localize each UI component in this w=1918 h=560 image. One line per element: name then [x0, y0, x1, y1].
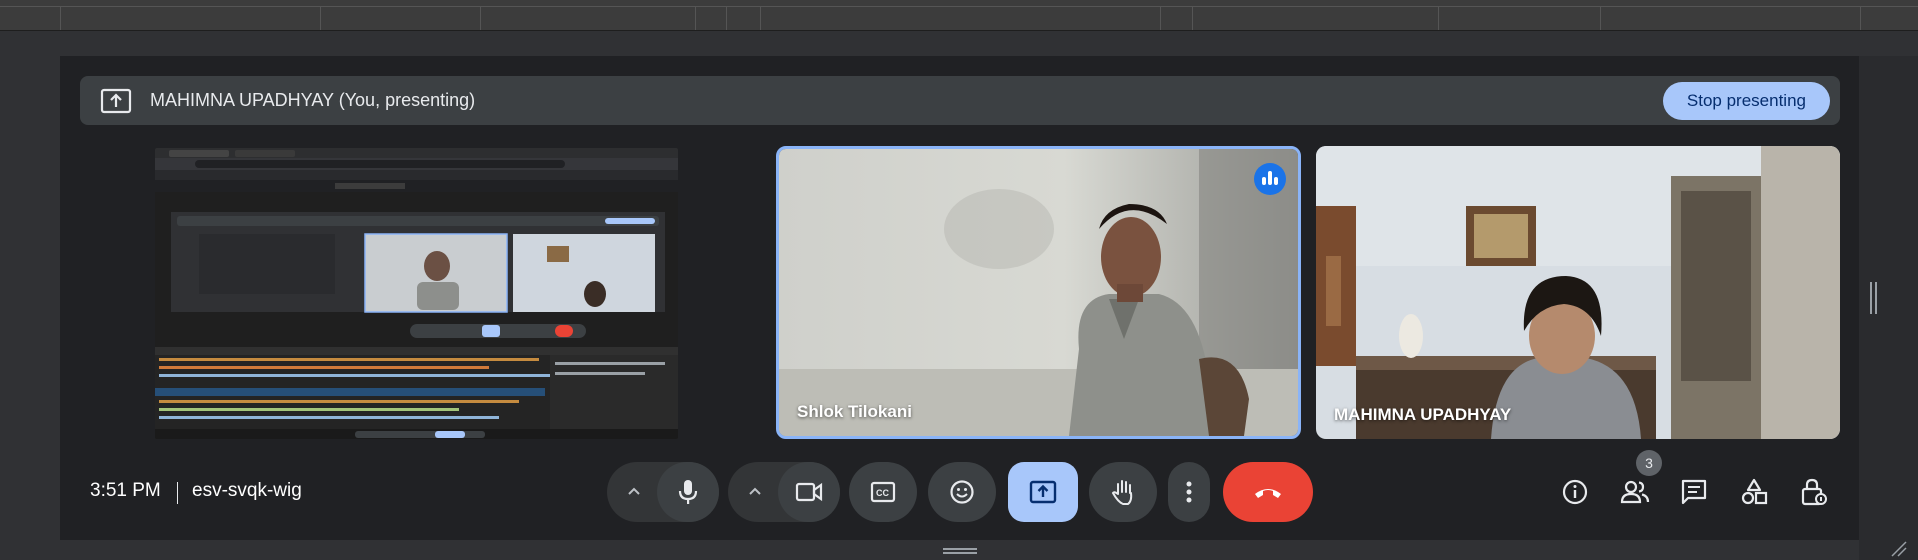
participant-tile-mahimna[interactable]: MAHIMNA UPADHYAY — [1316, 146, 1840, 439]
people-count-badge: 3 — [1636, 450, 1662, 476]
ruler-tick — [726, 6, 727, 30]
camera-icon — [795, 482, 823, 502]
meeting-details-button[interactable] — [1553, 470, 1597, 514]
meeting-time: 3:51 PM — [90, 480, 161, 501]
activities-button[interactable] — [1732, 470, 1776, 514]
people-icon — [1620, 480, 1650, 504]
ruler-tick — [480, 6, 481, 30]
mic-button[interactable] — [657, 462, 719, 522]
camera-button[interactable] — [778, 462, 840, 522]
activities-icon — [1741, 478, 1768, 505]
more-options-button[interactable] — [1168, 462, 1210, 522]
chevron-up-icon[interactable] — [746, 482, 764, 500]
people-button[interactable] — [1613, 470, 1657, 514]
ruler-tick — [1860, 6, 1861, 30]
emoji-reactions-button[interactable] — [928, 462, 996, 522]
mic-icon — [678, 480, 698, 504]
present-icon — [1029, 480, 1057, 504]
chevron-up-icon[interactable] — [625, 482, 643, 500]
more-vert-icon — [1186, 481, 1192, 503]
top-ruler-strip — [0, 0, 1918, 31]
call-end-icon — [1255, 489, 1281, 498]
leave-call-button[interactable] — [1223, 462, 1313, 522]
info-icon — [1562, 479, 1588, 505]
ruler-tick — [695, 6, 696, 30]
ruler-tick — [60, 6, 61, 30]
host-controls-icon — [1801, 478, 1827, 506]
participant-name: MAHIMNA UPADHYAY — [1334, 405, 1512, 424]
present-now-button[interactable] — [1008, 462, 1078, 522]
ruler-tick — [1192, 6, 1193, 30]
raise-hand-button[interactable] — [1089, 462, 1157, 522]
meeting-toolbar: 3:51 PM esv-svqk-wig CC — [60, 460, 1859, 540]
screen-share-preview[interactable] — [155, 148, 678, 439]
meeting-code: esv-svqk-wig — [192, 480, 302, 501]
ruler-tick — [320, 6, 321, 30]
stop-presenting-button[interactable]: Stop presenting — [1662, 82, 1830, 120]
participant-name: Shlok Tilokani — [797, 402, 912, 421]
shared-screen-thumbnail — [155, 148, 678, 439]
svg-text:CC: CC — [876, 488, 889, 498]
resize-grip-icon[interactable] — [1890, 540, 1908, 558]
chat-button[interactable] — [1672, 470, 1716, 514]
chat-icon — [1681, 479, 1707, 505]
host-controls-button[interactable] — [1792, 470, 1836, 514]
video-feed-mahimna — [1316, 146, 1840, 439]
emoji-icon — [950, 480, 974, 504]
meeting-info-separator — [177, 482, 178, 504]
ruler-tick — [1160, 6, 1161, 30]
video-feed-shlok — [779, 149, 1298, 436]
present-to-all-icon — [100, 88, 132, 114]
vertical-resize-handle[interactable] — [1870, 282, 1877, 314]
presenter-label: MAHIMNA UPADHYAY (You, presenting) — [150, 90, 476, 110]
ruler-tick — [1438, 6, 1439, 30]
right-gutter — [1859, 56, 1918, 560]
captions-button[interactable]: CC — [849, 462, 917, 522]
ruler-line — [0, 6, 1918, 7]
speaking-indicator-icon — [1254, 163, 1286, 195]
horizontal-resize-handle[interactable] — [943, 548, 977, 554]
captions-icon: CC — [870, 481, 896, 503]
ruler-tick — [760, 6, 761, 30]
raise-hand-icon — [1111, 480, 1133, 505]
presenting-banner: MAHIMNA UPADHYAY (You, presenting) Stop … — [80, 76, 1840, 125]
ruler-tick — [1600, 6, 1601, 30]
participant-tile-shlok[interactable]: Shlok Tilokani — [776, 146, 1301, 439]
